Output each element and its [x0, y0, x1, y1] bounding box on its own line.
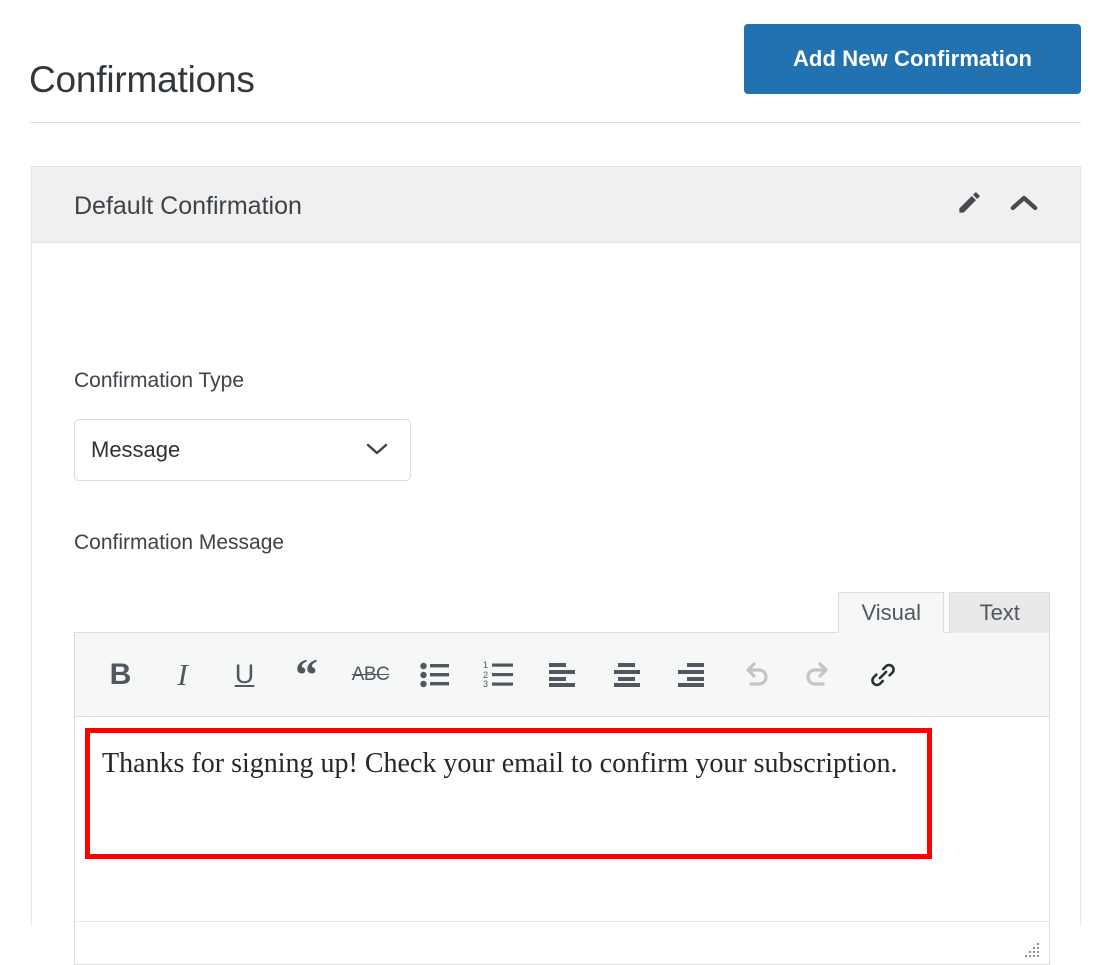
svg-text:1: 1 — [483, 661, 488, 670]
link-icon[interactable] — [860, 649, 905, 701]
editor-toolbar: B I U “ ABC 1 2 3 — [75, 633, 1049, 717]
bold-icon[interactable]: B — [98, 649, 143, 701]
align-right-svg — [677, 662, 704, 687]
pencil-icon-svg — [959, 192, 980, 213]
page-header: Confirmations Add New Confirmation — [0, 0, 1116, 122]
header-divider — [30, 122, 1081, 123]
confirmation-message-text: Thanks for signing up! Check your email … — [102, 748, 898, 779]
svg-text:3: 3 — [483, 679, 488, 688]
add-new-confirmation-button[interactable]: Add New Confirmation — [744, 24, 1081, 94]
underline-glyph: U — [234, 659, 255, 689]
message-highlight-box: Thanks for signing up! Check your email … — [85, 728, 932, 859]
chevron-up-icon-svg — [1010, 195, 1038, 210]
italic-icon[interactable]: I — [160, 649, 205, 701]
chevron-up-icon[interactable] — [1009, 192, 1039, 214]
numbered-list-icon[interactable]: 1 2 3 — [476, 649, 521, 701]
numbered-list-svg: 1 2 3 — [483, 661, 513, 688]
redo-svg — [805, 661, 828, 686]
page-container: Confirmations Add New Confirmation Defau… — [0, 0, 1116, 965]
align-center-svg — [613, 662, 640, 687]
panel-header: Default Confirmation — [32, 167, 1080, 243]
italic-glyph: I — [177, 657, 188, 692]
confirmation-type-field: Message — [74, 419, 411, 481]
confirmation-type-label: Confirmation Type — [74, 369, 245, 392]
wysiwyg-editor: B I U “ ABC 1 2 3 Thanks for signing up!… — [74, 632, 1050, 965]
editor-content-area[interactable]: Thanks for signing up! Check your email … — [75, 717, 1049, 921]
blockquote-glyph: “ — [295, 648, 318, 700]
undo-svg — [745, 661, 768, 686]
bulleted-list-icon[interactable] — [412, 649, 457, 701]
page-title: Confirmations — [29, 58, 255, 100]
bold-glyph: B — [109, 657, 132, 691]
bulleted-list-svg — [419, 662, 449, 687]
align-right-icon[interactable] — [668, 649, 713, 701]
confirmation-message-label: Confirmation Message — [74, 531, 285, 554]
underline-icon[interactable]: U — [222, 649, 267, 701]
align-left-svg — [548, 662, 575, 687]
resize-handle-icon[interactable] — [1025, 942, 1041, 958]
tab-visual[interactable]: Visual — [838, 592, 945, 633]
strikethrough-icon[interactable]: ABC — [348, 649, 393, 701]
undo-icon[interactable] — [732, 649, 777, 701]
pencil-icon[interactable] — [956, 189, 983, 216]
align-center-icon[interactable] — [604, 649, 649, 701]
panel-actions — [956, 189, 1039, 216]
editor-mode-tabs: Visual Text — [838, 592, 1050, 633]
link-svg — [870, 663, 895, 686]
editor-statusbar — [75, 921, 1049, 964]
resize-handle-svg — [1025, 943, 1039, 957]
tab-text[interactable]: Text — [949, 592, 1050, 633]
confirmation-panel: Default Confirmation Confirmation Type M… — [31, 166, 1081, 965]
align-left-icon[interactable] — [540, 649, 585, 701]
confirmation-type-select[interactable]: Message — [74, 419, 411, 481]
blockquote-icon[interactable]: “ — [284, 649, 329, 701]
strikethrough-glyph: ABC — [351, 664, 390, 685]
panel-title: Default Confirmation — [74, 192, 302, 220]
redo-icon[interactable] — [796, 649, 841, 701]
